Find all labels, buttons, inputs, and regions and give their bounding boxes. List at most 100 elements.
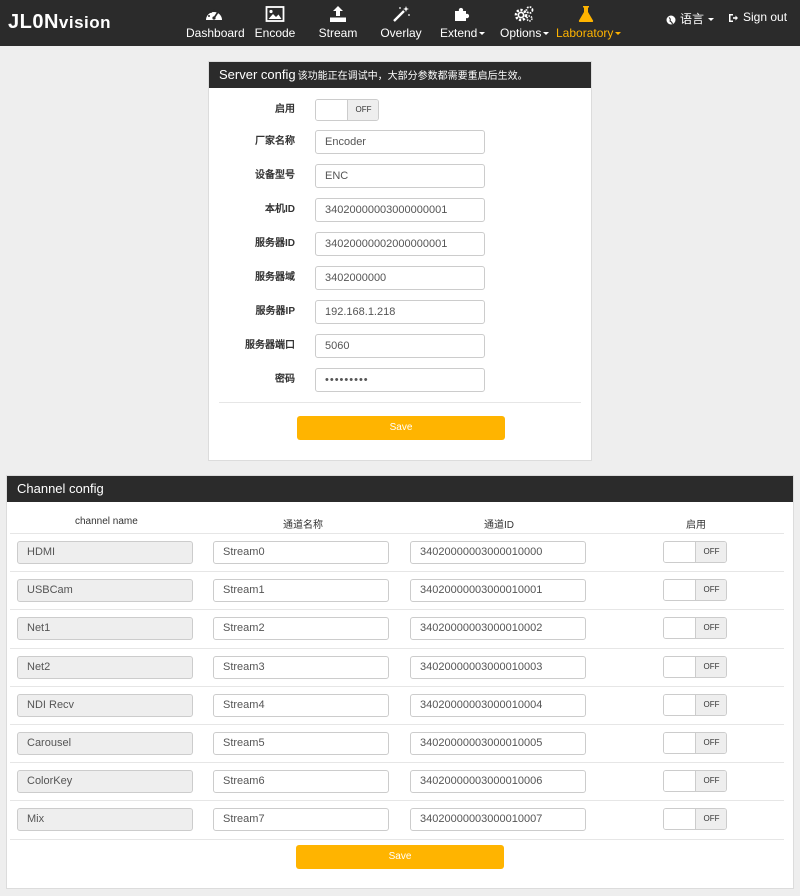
channel-save-button[interactable]: Save — [296, 845, 504, 869]
channel-id-input[interactable]: 34020000003000010003 — [410, 656, 586, 679]
channel-name-field: USBCam — [17, 579, 193, 602]
signout-label: Sign out — [743, 10, 788, 24]
row-divider — [10, 724, 784, 725]
server-save-button[interactable]: Save — [297, 416, 505, 440]
dashboard-icon — [206, 9, 222, 20]
nav-laboratory[interactable]: Laboratory — [556, 0, 622, 46]
nav-stream[interactable]: Stream — [318, 0, 358, 46]
toggle-state: OFF — [696, 809, 726, 829]
server-ip-label: 服务器IP — [255, 306, 295, 317]
channel-enable-toggle[interactable]: OFF — [663, 808, 727, 830]
server-domain-input[interactable]: 3402000000 — [315, 266, 485, 290]
channel-name-field: Net1 — [17, 617, 193, 640]
brand-name-main: JL0N — [8, 11, 59, 33]
field-row-device-id: 本机ID 34020000003000000001 — [209, 198, 591, 222]
toggle-state: OFF — [696, 580, 726, 600]
stream-name-input[interactable]: Stream6 — [213, 770, 389, 793]
channel-id-input[interactable]: 34020000003000010002 — [410, 617, 586, 640]
top-navbar: JL0Nvision Dashboard Encode Stream Overl… — [0, 0, 800, 46]
brand-logo[interactable]: JL0Nvision — [8, 11, 111, 34]
field-row-model: 设备型号 ENC — [209, 164, 591, 188]
stream-name-input[interactable]: Stream4 — [213, 694, 389, 717]
channel-id-input[interactable]: 34020000003000010000 — [410, 541, 586, 564]
language-menu[interactable]: 语言 — [666, 10, 715, 27]
field-row-password: 密码 ••••••••• — [209, 368, 591, 392]
server-config-panel: Server config 该功能正在调试中，大部分参数都需要重启后生效。 启用 … — [208, 61, 592, 461]
row-divider — [10, 609, 784, 610]
channel-enable-toggle[interactable]: OFF — [663, 732, 727, 754]
header-channel-id: 通道ID — [484, 520, 514, 531]
field-row-server-port: 服务器端口 5060 — [209, 334, 591, 358]
nav-overlay[interactable]: Overlay — [379, 0, 423, 46]
puzzle-icon — [455, 7, 470, 21]
password-input[interactable]: ••••••••• — [315, 368, 485, 392]
channel-config-header: Channel config — [7, 476, 793, 502]
header-stream-name: 通道名称 — [283, 520, 323, 531]
field-row-server-domain: 服务器域 3402000000 — [209, 266, 591, 290]
stream-name-input[interactable]: Stream0 — [213, 541, 389, 564]
server-enable-toggle[interactable]: OFF — [315, 99, 379, 121]
server-config-header: Server config 该功能正在调试中，大部分参数都需要重启后生效。 — [209, 62, 591, 88]
nav-options[interactable]: Options — [500, 0, 550, 46]
upload-icon — [330, 6, 346, 22]
channel-id-input[interactable]: 34020000003000010007 — [410, 808, 586, 831]
chevron-down-icon — [479, 32, 486, 36]
stream-name-input[interactable]: Stream3 — [213, 656, 389, 679]
stream-name-input[interactable]: Stream1 — [213, 579, 389, 602]
vendor-input[interactable]: Encoder — [315, 130, 485, 154]
channel-name-field: Carousel — [17, 732, 193, 755]
password-label: 密码 — [275, 374, 295, 385]
row-divider — [10, 648, 784, 649]
server-domain-label: 服务器域 — [255, 272, 295, 283]
row-divider — [10, 839, 784, 840]
channel-enable-toggle[interactable]: OFF — [663, 579, 727, 601]
server-id-input[interactable]: 34020000002000000001 — [315, 232, 485, 256]
channel-enable-toggle[interactable]: OFF — [663, 617, 727, 639]
row-divider — [10, 686, 784, 687]
header-channel-name: channel name — [75, 516, 138, 527]
channel-name-field: ColorKey — [17, 770, 193, 793]
server-port-label: 服务器端口 — [245, 340, 295, 351]
channel-name-field: HDMI — [17, 541, 193, 564]
field-row-vendor: 厂家名称 Encoder — [209, 130, 591, 154]
channel-id-input[interactable]: 34020000003000010005 — [410, 732, 586, 755]
stream-name-input[interactable]: Stream7 — [213, 808, 389, 831]
server-port-input[interactable]: 5060 — [315, 334, 485, 358]
channel-enable-toggle[interactable]: OFF — [663, 541, 727, 563]
channel-enable-toggle[interactable]: OFF — [663, 770, 727, 792]
magic-wand-icon — [393, 6, 410, 22]
stream-name-input[interactable]: Stream5 — [213, 732, 389, 755]
toggle-state: OFF — [696, 542, 726, 562]
model-label: 设备型号 — [255, 170, 295, 181]
server-ip-input[interactable]: 192.168.1.218 — [315, 300, 485, 324]
toggle-knob — [664, 618, 696, 638]
toggle-knob — [664, 809, 696, 829]
form-divider — [219, 402, 581, 403]
nav-encode[interactable]: Encode — [254, 0, 296, 46]
device-id-input[interactable]: 34020000003000000001 — [315, 198, 485, 222]
nav-overlay-label: Overlay — [380, 26, 422, 40]
nav-extend[interactable]: Extend — [440, 0, 486, 46]
channel-name-field: Mix — [17, 808, 193, 831]
toggle-state: OFF — [696, 771, 726, 791]
channel-name-field: NDI Recv — [17, 694, 193, 717]
signout-link[interactable]: Sign out — [728, 10, 787, 24]
server-id-label: 服务器ID — [255, 238, 295, 249]
channel-id-input[interactable]: 34020000003000010006 — [410, 770, 586, 793]
channel-id-input[interactable]: 34020000003000010001 — [410, 579, 586, 602]
channel-enable-toggle[interactable]: OFF — [663, 694, 727, 716]
model-input[interactable]: ENC — [315, 164, 485, 188]
field-row-server-id: 服务器ID 34020000002000000001 — [209, 232, 591, 256]
enable-row: 启用 OFF — [209, 98, 591, 122]
nav-dashboard[interactable]: Dashboard — [186, 0, 245, 46]
stream-name-input[interactable]: Stream2 — [213, 617, 389, 640]
gears-icon — [514, 6, 534, 22]
channel-id-input[interactable]: 34020000003000010004 — [410, 694, 586, 717]
channel-enable-toggle[interactable]: OFF — [663, 656, 727, 678]
nav-stream-label: Stream — [318, 26, 358, 40]
nav-dashboard-label: Dashboard — [186, 26, 245, 40]
flask-icon — [578, 6, 594, 23]
toggle-state: OFF — [348, 100, 378, 120]
toggle-knob — [664, 580, 696, 600]
toggle-state: OFF — [696, 657, 726, 677]
